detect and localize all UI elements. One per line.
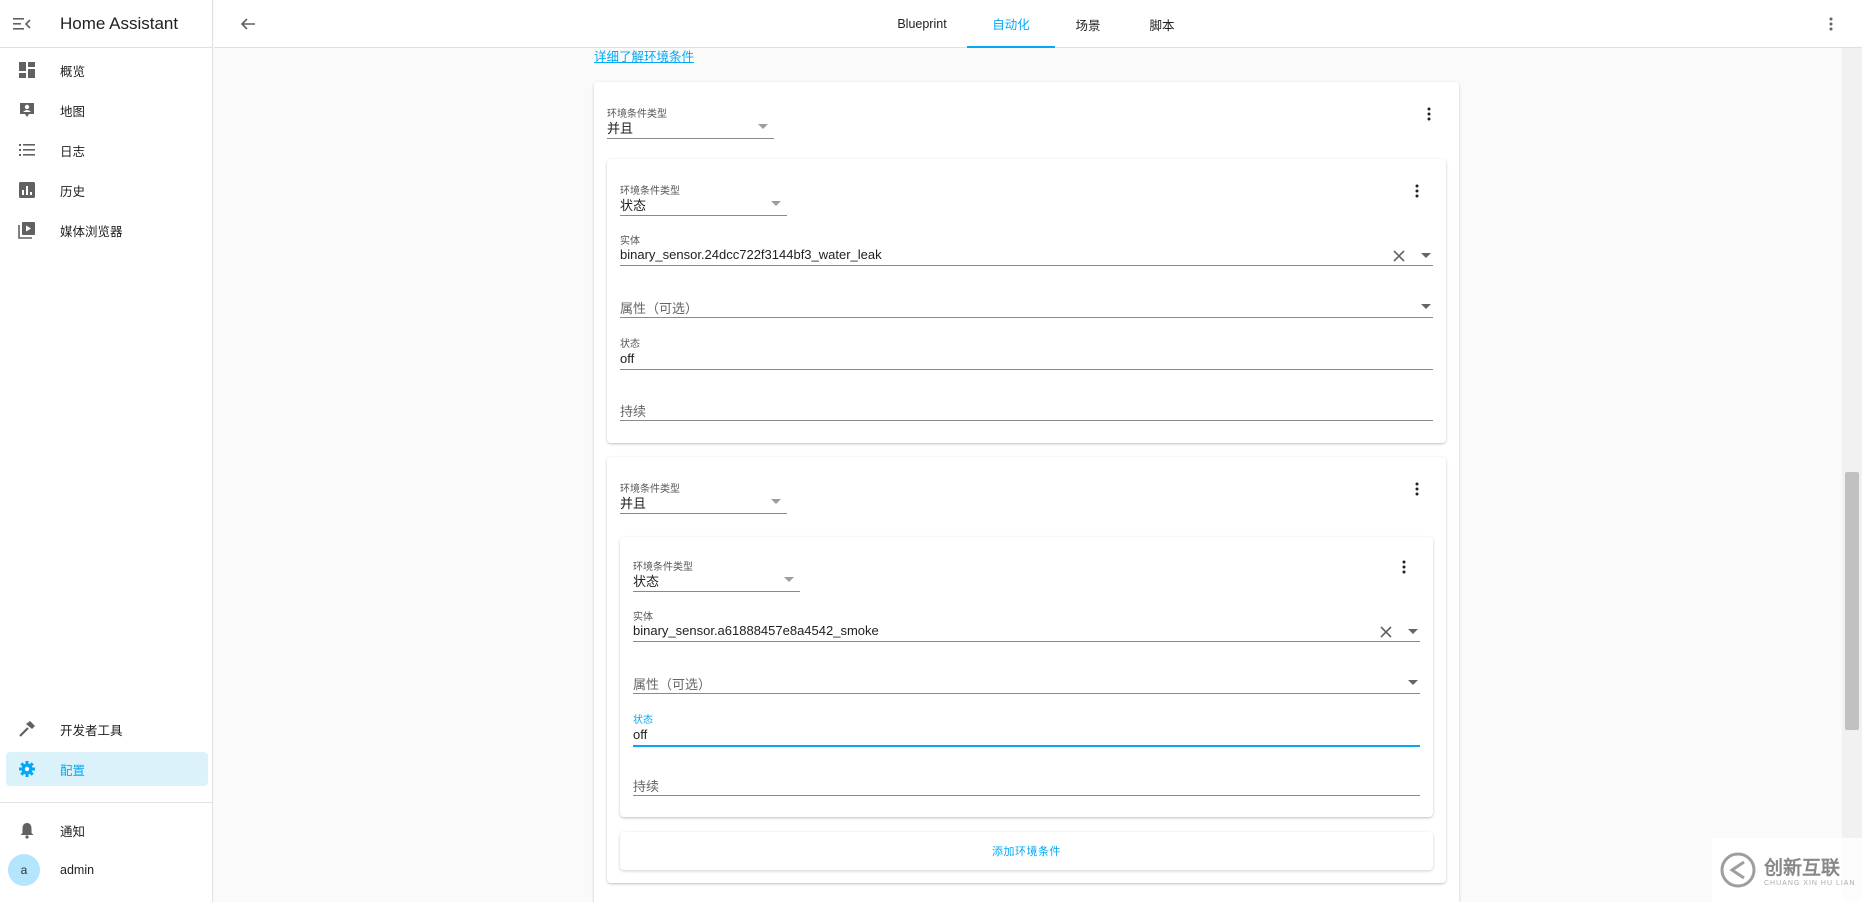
dots-vertical-icon xyxy=(1415,482,1419,496)
bell-icon xyxy=(10,821,44,839)
field-label: 实体 xyxy=(633,612,653,623)
dots-vertical-icon xyxy=(1402,560,1406,574)
sidebar-divider xyxy=(0,802,213,803)
inner-condition-card: 环境条件类型 状态 实体 binary_sensor.a61888457e8a4… xyxy=(620,537,1433,817)
field-placeholder: 持续 xyxy=(620,404,647,419)
overflow-menu-button[interactable] xyxy=(1820,13,1842,35)
format-list-icon xyxy=(10,141,44,159)
cog-icon xyxy=(10,760,44,778)
field-value: 并且 xyxy=(607,121,634,136)
sidebar-item-label: 地图 xyxy=(60,104,86,119)
tab-scripts[interactable]: 脚本 xyxy=(1130,0,1194,48)
tab-scenes[interactable]: 场景 xyxy=(1056,0,1120,48)
field-value: off xyxy=(620,351,635,366)
menu-open-icon xyxy=(13,17,31,30)
caret-down-icon xyxy=(771,499,781,504)
caret-down-icon xyxy=(758,124,768,129)
learn-more-conditions-link[interactable]: 详细了解环境条件 xyxy=(594,46,694,65)
condition1-menu-button[interactable] xyxy=(1407,181,1427,201)
field-label: 状态 xyxy=(633,715,653,726)
sidebar-item-label: admin xyxy=(60,863,95,877)
condition1-card: 环境条件类型 状态 实体 binary_sensor.24dcc722f3144… xyxy=(607,159,1446,443)
condition2-type-select[interactable]: 环境条件类型 并且 xyxy=(620,477,787,514)
dots-vertical-icon xyxy=(1415,184,1419,198)
sidebar-item-label: 概览 xyxy=(60,64,86,79)
condition2-card: 环境条件类型 并且 环境条件类型 状态 实体 binary_sensor.a61… xyxy=(607,457,1446,883)
watermark-text: 创新互联 xyxy=(1764,858,1841,879)
scrollbar-thumb[interactable] xyxy=(1845,472,1859,730)
dashboard-icon xyxy=(10,61,44,79)
caret-down-icon[interactable] xyxy=(1421,304,1431,309)
condition1-duration-field[interactable]: 持续 xyxy=(620,398,1433,421)
sidebar-item-media-browser[interactable]: 媒体浏览器 xyxy=(6,213,208,247)
chart-box-icon xyxy=(10,181,44,199)
arrow-left-icon xyxy=(240,18,255,30)
sidebar-header: Home Assistant xyxy=(0,0,212,48)
tab-automation[interactable]: 自动化 xyxy=(967,0,1055,48)
caret-down-icon[interactable] xyxy=(1408,629,1418,634)
sidebar-item-user[interactable]: a admin xyxy=(6,853,208,887)
condition1-state-field[interactable]: 状态 off xyxy=(620,335,1433,370)
dots-vertical-icon xyxy=(1829,17,1833,31)
caret-down-icon[interactable] xyxy=(1408,680,1418,685)
avatar: a xyxy=(8,854,40,886)
caret-down-icon[interactable] xyxy=(1421,253,1431,258)
back-button[interactable] xyxy=(236,12,260,36)
watermark: 创新互联 CHUANG XIN HU LIAN xyxy=(1712,838,1862,902)
field-placeholder: 持续 xyxy=(633,779,660,794)
watermark-subtext: CHUANG XIN HU LIAN xyxy=(1764,880,1856,887)
close-icon[interactable] xyxy=(1378,624,1394,640)
sidebar-item-label: 开发者工具 xyxy=(60,723,123,738)
field-value: binary_sensor.24dcc722f3144bf3_water_lea… xyxy=(620,247,882,262)
field-value: 状态 xyxy=(620,198,647,213)
inner-condition-entity-field[interactable]: 实体 binary_sensor.a61888457e8a4542_smoke xyxy=(633,608,1420,642)
sidebar-item-logbook[interactable]: 日志 xyxy=(6,133,208,167)
field-value: off xyxy=(633,727,648,742)
sidebar-item-label: 通知 xyxy=(60,824,86,839)
inner-condition-attribute-field[interactable]: 属性（可选） xyxy=(633,671,1420,694)
field-placeholder: 属性（可选） xyxy=(620,301,699,316)
caret-down-icon xyxy=(771,201,781,206)
add-condition-button[interactable]: 添加环境条件 xyxy=(620,832,1433,870)
sidebar-item-history[interactable]: 历史 xyxy=(6,173,208,207)
outer-condition-menu-button[interactable] xyxy=(1419,104,1439,124)
field-label: 实体 xyxy=(620,236,640,247)
sidebar-item-overview[interactable]: 概览 xyxy=(6,53,208,87)
sidebar-item-notifications[interactable]: 通知 xyxy=(6,813,208,847)
field-value: binary_sensor.a61888457e8a4542_smoke xyxy=(633,623,879,638)
sidebar-item-label: 日志 xyxy=(60,144,86,159)
inner-condition-type-select[interactable]: 环境条件类型 状态 xyxy=(633,555,800,592)
sidebar-item-label: 配置 xyxy=(60,763,86,778)
play-box-multiple-icon xyxy=(10,221,44,239)
field-value: 状态 xyxy=(633,574,660,589)
outer-condition-type-select[interactable]: 环境条件类型 并且 xyxy=(607,102,774,139)
sidebar-item-developer-tools[interactable]: 开发者工具 xyxy=(6,712,208,746)
user-avatar-container: a xyxy=(7,854,41,886)
top-bar: Blueprint 自动化 场景 脚本 xyxy=(214,0,1862,48)
watermark-logo-icon xyxy=(1720,852,1756,888)
caret-down-icon xyxy=(784,577,794,582)
close-icon[interactable] xyxy=(1391,248,1407,264)
field-label: 状态 xyxy=(620,339,640,350)
inner-condition-menu-button[interactable] xyxy=(1394,557,1414,577)
condition1-entity-field[interactable]: 实体 binary_sensor.24dcc722f3144bf3_water_… xyxy=(620,232,1433,266)
inner-condition-duration-field[interactable]: 持续 xyxy=(633,773,1420,796)
app-title: Home Assistant xyxy=(60,13,179,33)
sidebar-item-label: 历史 xyxy=(60,184,86,199)
map-account-icon xyxy=(10,101,44,119)
condition1-type-select[interactable]: 环境条件类型 状态 xyxy=(620,179,787,216)
sidebar-item-map[interactable]: 地图 xyxy=(6,93,208,127)
sidebar: Home Assistant 概览 地图 日志 历史 媒体浏览器 开发者工具 配… xyxy=(0,0,213,902)
field-placeholder: 属性（可选） xyxy=(633,677,712,692)
condition1-attribute-field[interactable]: 属性（可选） xyxy=(620,295,1433,318)
sidebar-item-config[interactable]: 配置 xyxy=(6,752,208,786)
inner-condition-state-field[interactable]: 状态 off xyxy=(633,711,1420,747)
dots-vertical-icon xyxy=(1427,107,1431,121)
field-value: 并且 xyxy=(620,496,647,511)
condition2-menu-button[interactable] xyxy=(1407,479,1427,499)
menu-toggle-button[interactable] xyxy=(0,0,44,48)
tab-blueprint[interactable]: Blueprint xyxy=(878,0,966,48)
hammer-icon xyxy=(10,720,44,738)
sidebar-item-label: 媒体浏览器 xyxy=(60,224,123,239)
